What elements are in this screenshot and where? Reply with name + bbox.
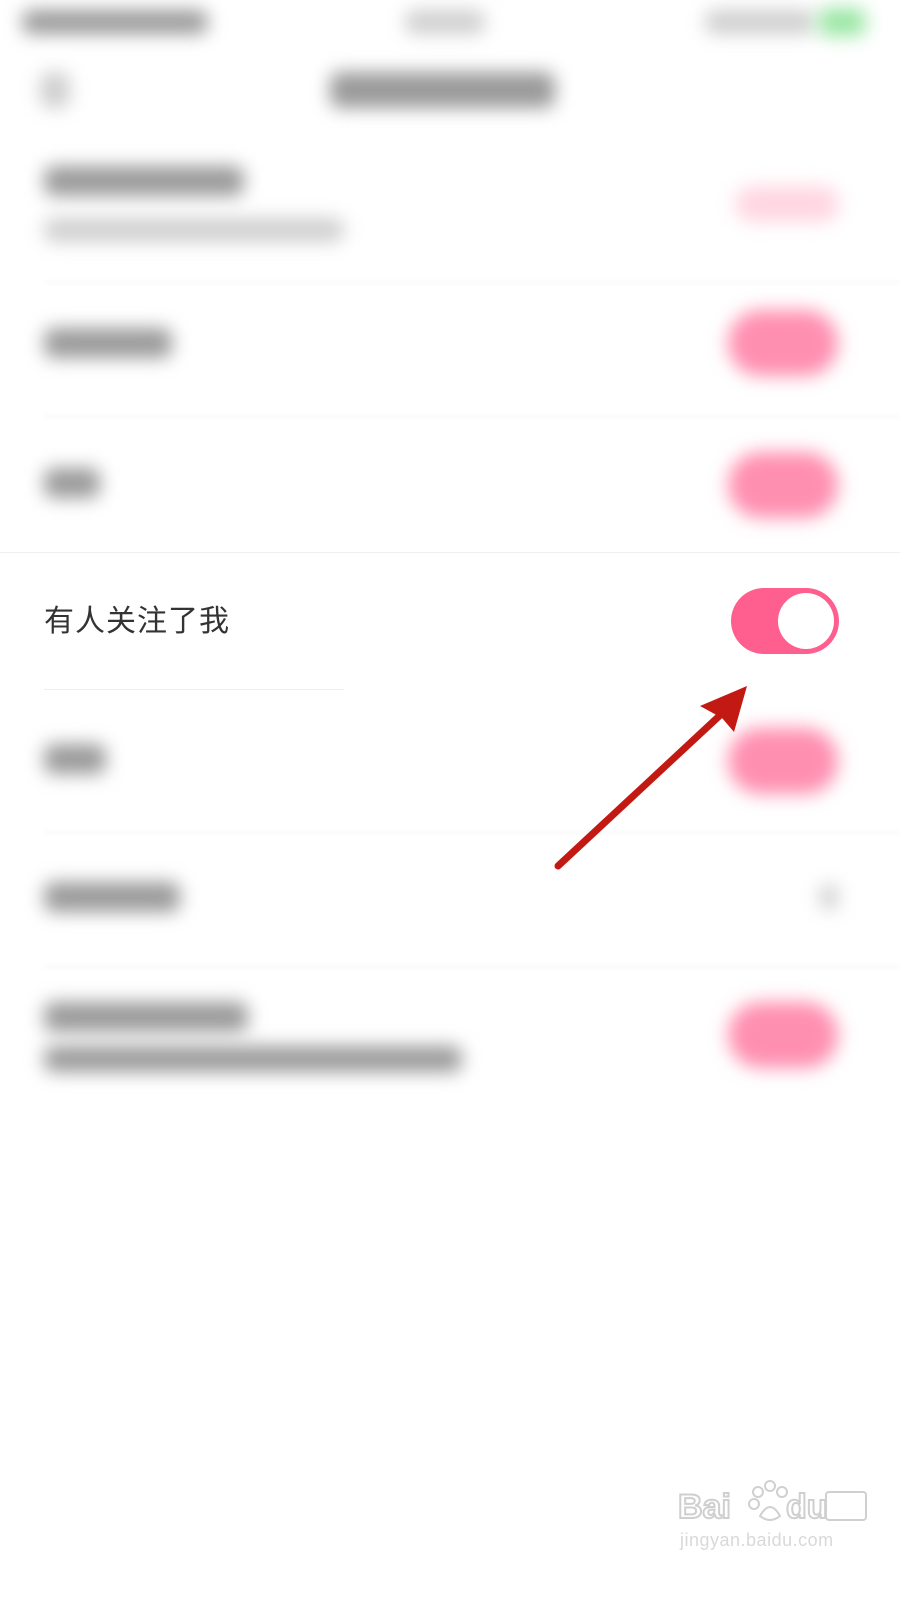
watermark-url: jingyan.baidu.com xyxy=(680,1530,834,1550)
row-5-title xyxy=(44,744,106,774)
back-icon xyxy=(40,72,70,108)
baidu-logo-icon: Bai du xyxy=(677,1480,867,1527)
row-6-title xyxy=(44,882,180,912)
row-2-divider xyxy=(44,416,900,417)
svg-text:du: du xyxy=(786,1488,828,1526)
row-6-chevron xyxy=(820,884,838,910)
red-arrow-icon xyxy=(554,686,747,870)
toggle-knob xyxy=(778,593,834,649)
divider xyxy=(0,552,900,553)
row-6-divider xyxy=(44,966,900,967)
row-7-title xyxy=(44,1002,248,1032)
row-5-divider xyxy=(44,832,900,833)
row-1-divider xyxy=(44,282,900,283)
battery-icon xyxy=(818,8,866,36)
row-3-toggle xyxy=(728,452,838,518)
svg-text:Bai: Bai xyxy=(678,1488,731,1526)
status-bar-right xyxy=(705,10,815,34)
divider xyxy=(44,689,344,690)
nav-title xyxy=(330,72,555,108)
row-2-title xyxy=(44,328,172,358)
row-2-toggle xyxy=(728,310,838,376)
baidu-jingyan-watermark: Bai du jingyan.baidu.com xyxy=(676,1474,876,1554)
setting-label: 有人关注了我 xyxy=(44,604,230,639)
status-bar-center xyxy=(405,10,485,34)
row-1-title xyxy=(44,166,244,196)
row-7-subtitle xyxy=(44,1046,462,1072)
row-1-toggle xyxy=(735,186,839,222)
status-bar-left xyxy=(22,10,208,34)
row-1-subtitle xyxy=(44,218,344,242)
row-3-title xyxy=(44,468,100,498)
row-7-toggle xyxy=(728,1002,838,1068)
notification-toggle[interactable] xyxy=(731,588,839,654)
